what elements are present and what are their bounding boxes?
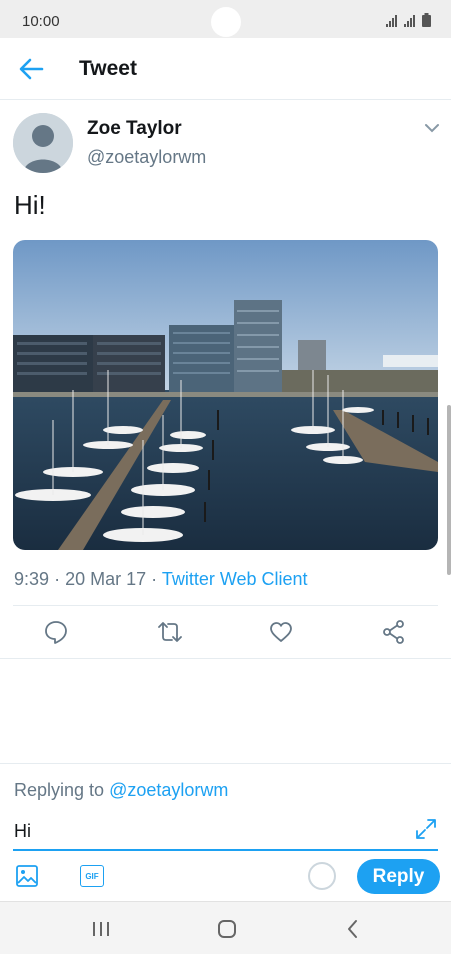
replying-prefix: Replying to — [14, 780, 105, 800]
tweet-time: 9:39 — [14, 569, 50, 589]
home-icon[interactable] — [216, 918, 238, 940]
divider — [0, 658, 451, 659]
meta-separator: · — [151, 569, 158, 589]
reply-input[interactable] — [14, 816, 404, 846]
character-counter — [308, 862, 336, 890]
status-bar: 10:00 — [0, 0, 451, 38]
comment-icon[interactable] — [43, 619, 69, 645]
input-underline — [13, 849, 438, 851]
back-nav-icon[interactable] — [342, 918, 364, 940]
battery-icon — [422, 13, 431, 27]
avatar[interactable] — [13, 113, 73, 173]
author-handle[interactable]: @zoetaylorwm — [87, 147, 206, 168]
expand-icon[interactable] — [415, 818, 437, 840]
tweet-client-link[interactable]: Twitter Web Client — [162, 569, 308, 589]
divider — [0, 763, 451, 764]
replying-handle-link[interactable]: @zoetaylorwm — [109, 780, 228, 800]
camera-cutout — [211, 7, 241, 37]
recent-apps-icon[interactable] — [90, 918, 112, 940]
tweet-photo[interactable] — [13, 240, 438, 550]
arrow-left-icon[interactable] — [18, 57, 44, 81]
default-avatar-icon — [13, 113, 73, 173]
gif-button[interactable]: GIF — [80, 865, 104, 887]
app-header: Tweet — [0, 38, 451, 100]
chevron-down-icon[interactable] — [423, 120, 441, 136]
scrollbar[interactable] — [447, 405, 451, 575]
image-icon[interactable] — [15, 864, 39, 888]
tweet-actions — [0, 606, 451, 658]
tweet-date: 20 Mar 17 — [65, 569, 147, 589]
tweet-text: Hi! — [14, 190, 46, 220]
reply-button[interactable]: Reply — [357, 859, 440, 894]
meta-separator: · — [54, 569, 61, 589]
gif-label: GIF — [85, 872, 99, 881]
author-name[interactable]: Zoe Taylor — [87, 118, 182, 140]
share-icon[interactable] — [381, 619, 407, 645]
retweet-icon[interactable] — [157, 619, 183, 645]
status-time: 10:00 — [22, 13, 60, 30]
system-nav-bar — [0, 901, 451, 954]
harbor-photo-image — [13, 240, 438, 550]
heart-icon[interactable] — [268, 619, 294, 645]
signal-icon — [386, 15, 397, 27]
tweet-meta: 9:39 · 20 Mar 17 · Twitter Web Client — [14, 569, 308, 590]
signal-icon — [404, 15, 415, 27]
composer-toolbar: GIF Reply — [0, 852, 451, 900]
status-icons — [386, 13, 431, 27]
page-title: Tweet — [79, 57, 137, 80]
replying-to: Replying to @zoetaylorwm — [14, 780, 228, 801]
